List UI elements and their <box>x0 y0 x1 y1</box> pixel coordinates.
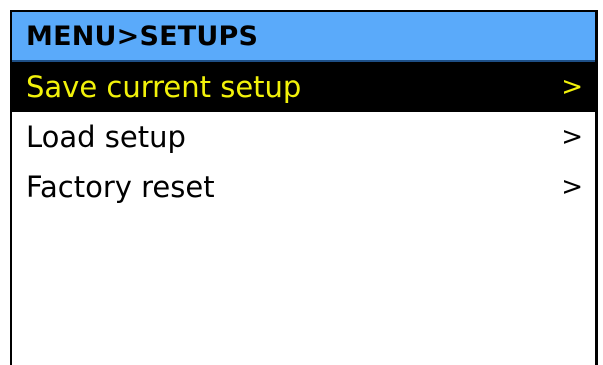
chevron-right-icon: > <box>561 122 583 152</box>
menu-screen: MENU>SETUPS Save current setup > Load se… <box>10 10 598 365</box>
menu-item-label: Save current setup <box>26 69 302 104</box>
menu-item-label: Factory reset <box>26 169 215 204</box>
menu-item-label: Load setup <box>26 119 186 154</box>
menu-item-factory-reset[interactable]: Factory reset > <box>12 162 595 212</box>
title-bar: MENU>SETUPS <box>12 12 595 62</box>
menu-item-load-setup[interactable]: Load setup > <box>12 112 595 162</box>
menu-list: Save current setup > Load setup > Factor… <box>12 62 595 212</box>
page-title: MENU>SETUPS <box>26 20 259 52</box>
menu-item-save-current-setup[interactable]: Save current setup > <box>12 62 595 112</box>
chevron-right-icon: > <box>561 72 583 102</box>
chevron-right-icon: > <box>561 172 583 202</box>
